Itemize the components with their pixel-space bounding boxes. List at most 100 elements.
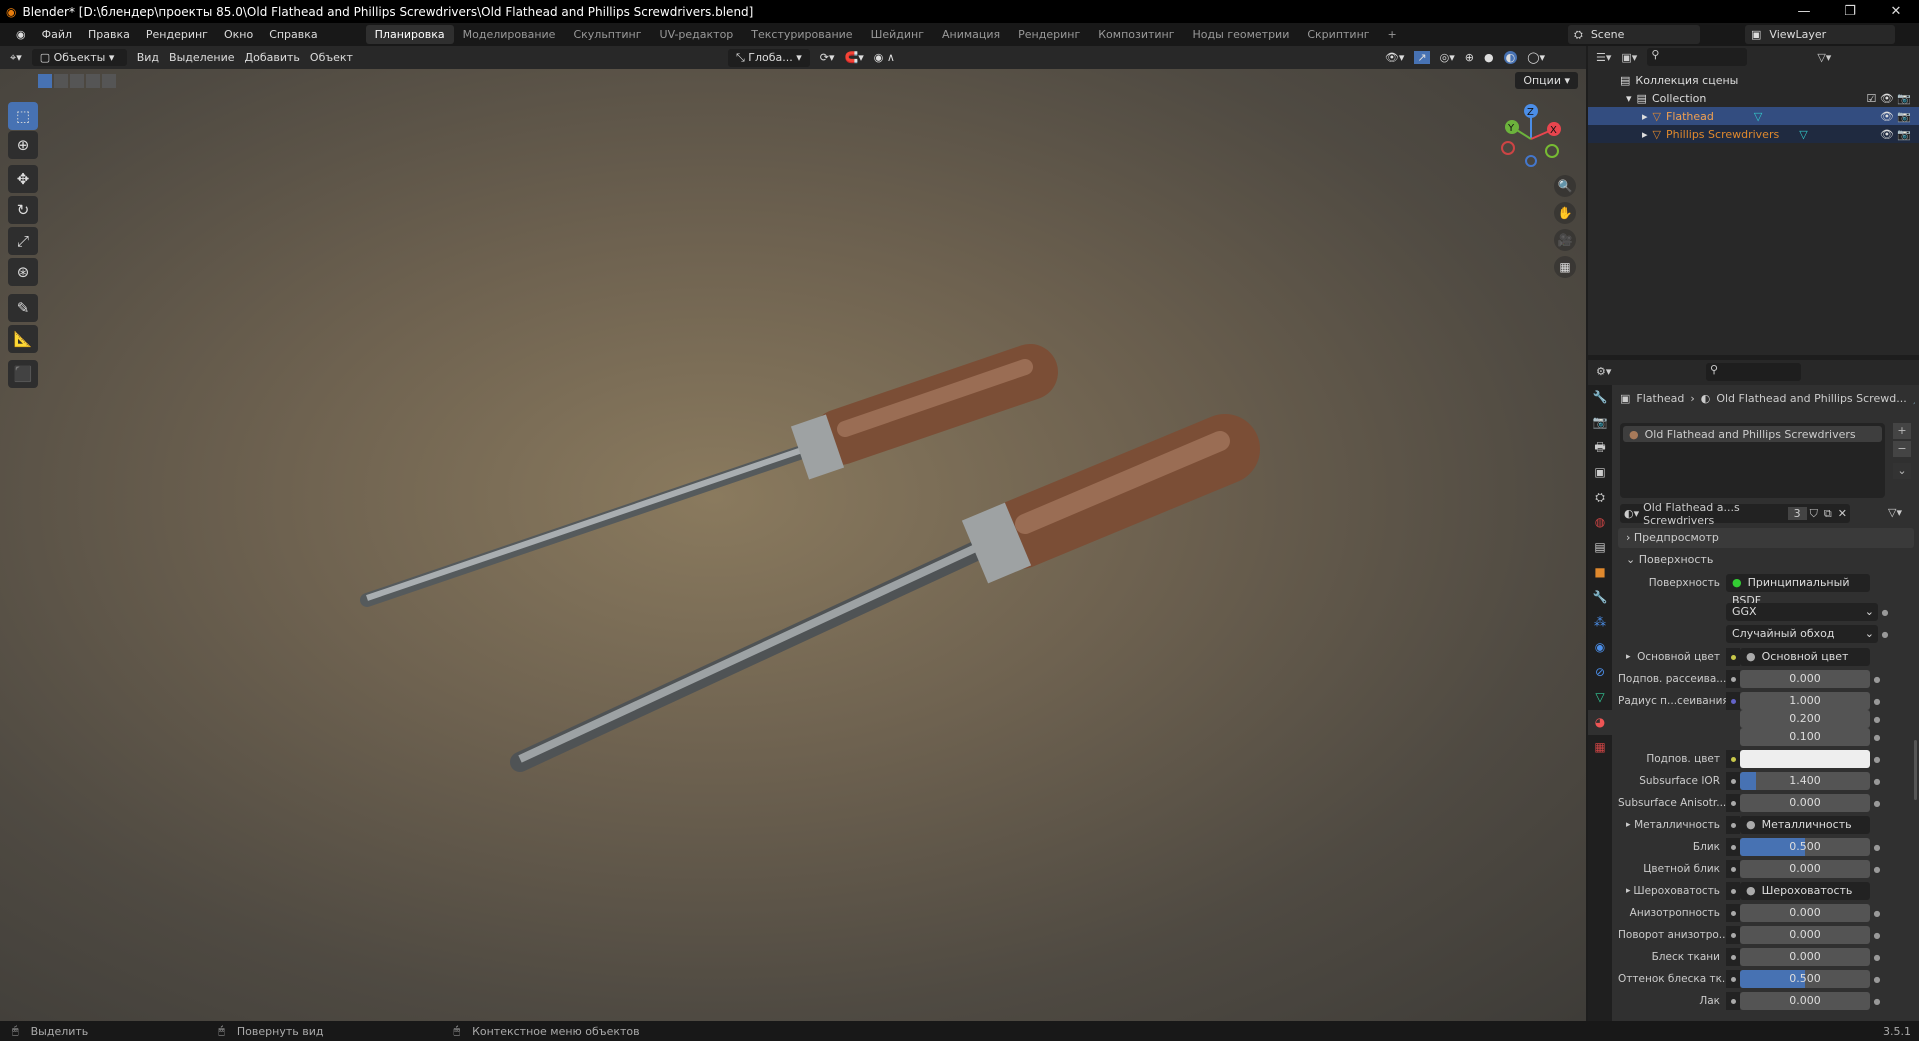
outliner-search-input[interactable]: ⚲ <box>1647 48 1748 66</box>
socket-icon[interactable] <box>1726 794 1740 812</box>
socket-icon[interactable] <box>1726 882 1740 900</box>
tab-uv-editing[interactable]: UV-редактор <box>651 25 743 44</box>
value-slider[interactable]: 1.400 <box>1740 772 1870 790</box>
tab-geometry-nodes[interactable]: Ноды геометрии <box>1184 25 1299 44</box>
slot-menu-button[interactable]: ⌄ <box>1893 463 1911 479</box>
outliner-item-phillips[interactable]: ▸ ▽ Phillips Screwdrivers ▽ 👁 📷 <box>1588 125 1919 143</box>
blender-menu-icon[interactable]: ◉ <box>8 28 34 41</box>
socket-icon[interactable] <box>1726 750 1740 768</box>
fake-user-icon[interactable]: ⛉ <box>1807 507 1821 521</box>
user-count[interactable]: 3 <box>1787 507 1807 520</box>
tool-tab-icon[interactable]: 🔧 <box>1588 385 1612 410</box>
socket-icon[interactable] <box>1726 992 1740 1010</box>
material-slot-item[interactable]: ● Old Flathead and Phillips Screwdrivers <box>1623 426 1882 442</box>
value-slider[interactable]: 0.000 <box>1740 926 1870 944</box>
linked-input-field[interactable]: ● Шероховатость <box>1740 882 1870 900</box>
maximize-button[interactable]: ❐ <box>1827 0 1873 23</box>
socket-icon[interactable] <box>1726 838 1740 856</box>
proportional-edit-icon[interactable]: ◉ ∧ <box>874 51 895 64</box>
link-type-icon[interactable]: ▽▾ <box>1888 506 1902 519</box>
socket-icon[interactable] <box>1726 948 1740 966</box>
tab-scripting[interactable]: Скриптинг <box>1298 25 1378 44</box>
filter-view-icon[interactable]: ▣▾ <box>1621 51 1637 64</box>
tab-rendering[interactable]: Рендеринг <box>1009 25 1089 44</box>
socket-icon[interactable] <box>1726 816 1740 834</box>
duplicate-material-icon[interactable]: ⧉ <box>1821 507 1835 521</box>
value-slider[interactable]: 0.200 <box>1740 710 1870 728</box>
socket-icon[interactable] <box>1726 692 1740 710</box>
socket-icon[interactable] <box>1726 772 1740 790</box>
data-tab-icon[interactable]: ▽ <box>1588 685 1612 710</box>
editor-type-icon[interactable]: ⌖▾ <box>10 51 22 65</box>
shading-material-icon[interactable]: ◐ <box>1503 51 1518 64</box>
material-selector[interactable]: ◐▾ Old Flathead a...s Screwdrivers 3 ⛉ ⧉… <box>1620 501 1850 527</box>
display-mode-icon[interactable]: ☰▾ <box>1596 51 1611 64</box>
color-field[interactable] <box>1740 750 1870 768</box>
orientation-dropdown[interactable]: ⤡ Глоба... ▾ <box>727 48 810 67</box>
modifier-tab-icon[interactable]: 🔧 <box>1588 585 1612 610</box>
value-slider[interactable]: 0.000 <box>1740 860 1870 878</box>
view-layer-tab-icon[interactable]: ▣ <box>1588 460 1612 485</box>
close-button[interactable]: ✕ <box>1873 0 1919 23</box>
pivot-icon[interactable]: ⟳▾ <box>820 51 835 64</box>
value-slider[interactable]: 0.100 <box>1740 728 1870 746</box>
scene-tab-icon[interactable]: ⛭ <box>1588 485 1612 510</box>
visibility-icons[interactable]: ☑ 👁 📷 <box>1866 92 1911 105</box>
add-workspace-button[interactable]: + <box>1379 25 1406 44</box>
tab-animation[interactable]: Анимация <box>933 25 1009 44</box>
collection-tab-icon[interactable]: ▤ <box>1588 535 1612 560</box>
remove-slot-button[interactable]: − <box>1893 441 1911 457</box>
menu-render[interactable]: Рендеринг <box>138 28 216 41</box>
expand-arrow-icon[interactable]: ▸ <box>1626 886 1631 896</box>
value-slider[interactable]: 0.000 <box>1740 904 1870 922</box>
mode-dropdown[interactable]: ▢ Объекты ▾ <box>31 49 127 66</box>
socket-icon[interactable] <box>1726 926 1740 944</box>
outliner-item-flathead[interactable]: ▸ ▽ Flathead ▽ 👁 📷 <box>1588 107 1919 125</box>
expand-arrow-icon[interactable]: ▸ <box>1626 652 1631 662</box>
socket-icon[interactable] <box>1726 904 1740 922</box>
world-tab-icon[interactable]: ◍ <box>1588 510 1612 535</box>
overlay-icon[interactable]: ◎▾ <box>1440 51 1455 64</box>
menu-select[interactable]: Выделение <box>169 51 235 64</box>
menu-help[interactable]: Справка <box>261 28 325 41</box>
menu-window[interactable]: Окно <box>216 28 261 41</box>
render-tab-icon[interactable]: 📷 <box>1588 410 1612 435</box>
constraints-tab-icon[interactable]: ⊘ <box>1588 660 1612 685</box>
value-slider[interactable]: 0.000 <box>1740 948 1870 966</box>
add-slot-button[interactable]: + <box>1893 423 1911 439</box>
editor-type-icon[interactable]: ⚙▾ <box>1596 365 1611 378</box>
visibility-icons[interactable]: 👁 📷 <box>1880 110 1911 123</box>
linked-input-field[interactable]: ● Основной цвет <box>1740 648 1870 666</box>
value-slider[interactable]: 0.000 <box>1740 794 1870 812</box>
value-slider[interactable]: 0.000 <box>1740 992 1870 1010</box>
outliner-collection[interactable]: ▾ ▤ Collection ☑ 👁 📷 <box>1588 89 1919 107</box>
panel-surface[interactable]: ⌄ Поверхность <box>1618 550 1914 570</box>
shading-wireframe-icon[interactable]: ⊕ <box>1465 51 1474 64</box>
material-browse-icon[interactable]: ◐▾ <box>1620 507 1643 520</box>
visibility-icon[interactable]: 👁▾ <box>1385 51 1405 64</box>
menu-edit[interactable]: Правка <box>80 28 138 41</box>
snap-icon[interactable]: 🧲▾ <box>845 51 864 64</box>
minimize-button[interactable]: — <box>1781 0 1827 23</box>
tab-texture-paint[interactable]: Текстурирование <box>742 25 861 44</box>
expand-arrow-icon[interactable]: ▸ <box>1626 820 1631 830</box>
phillips-screwdriver[interactable] <box>510 414 1260 772</box>
sss-method-dropdown[interactable]: Случайный обход ⌄ <box>1726 625 1878 643</box>
value-slider[interactable]: 0.500 <box>1740 838 1870 856</box>
scene-selector[interactable]: ⛭ Scene <box>1568 25 1700 44</box>
value-slider[interactable]: 0.500 <box>1740 970 1870 988</box>
object-tab-icon[interactable]: ■ <box>1588 560 1612 585</box>
texture-tab-icon[interactable]: ▦ <box>1588 735 1612 760</box>
menu-object[interactable]: Объект <box>310 51 353 64</box>
distribution-dropdown[interactable]: GGX ⌄ <box>1726 603 1878 621</box>
properties-search-input[interactable]: ⚲ <box>1706 363 1801 381</box>
socket-icon[interactable] <box>1726 860 1740 878</box>
value-slider[interactable]: 0.000 <box>1740 670 1870 688</box>
menu-view[interactable]: Вид <box>137 51 159 64</box>
linked-input-field[interactable]: ● Металличность <box>1740 816 1870 834</box>
visibility-icons[interactable]: 👁 📷 <box>1880 128 1911 141</box>
properties-scrollbar[interactable] <box>1914 740 1917 800</box>
socket-icon[interactable] <box>1726 648 1740 666</box>
tab-shading[interactable]: Шейдинг <box>862 25 933 44</box>
socket-icon[interactable] <box>1726 670 1740 688</box>
